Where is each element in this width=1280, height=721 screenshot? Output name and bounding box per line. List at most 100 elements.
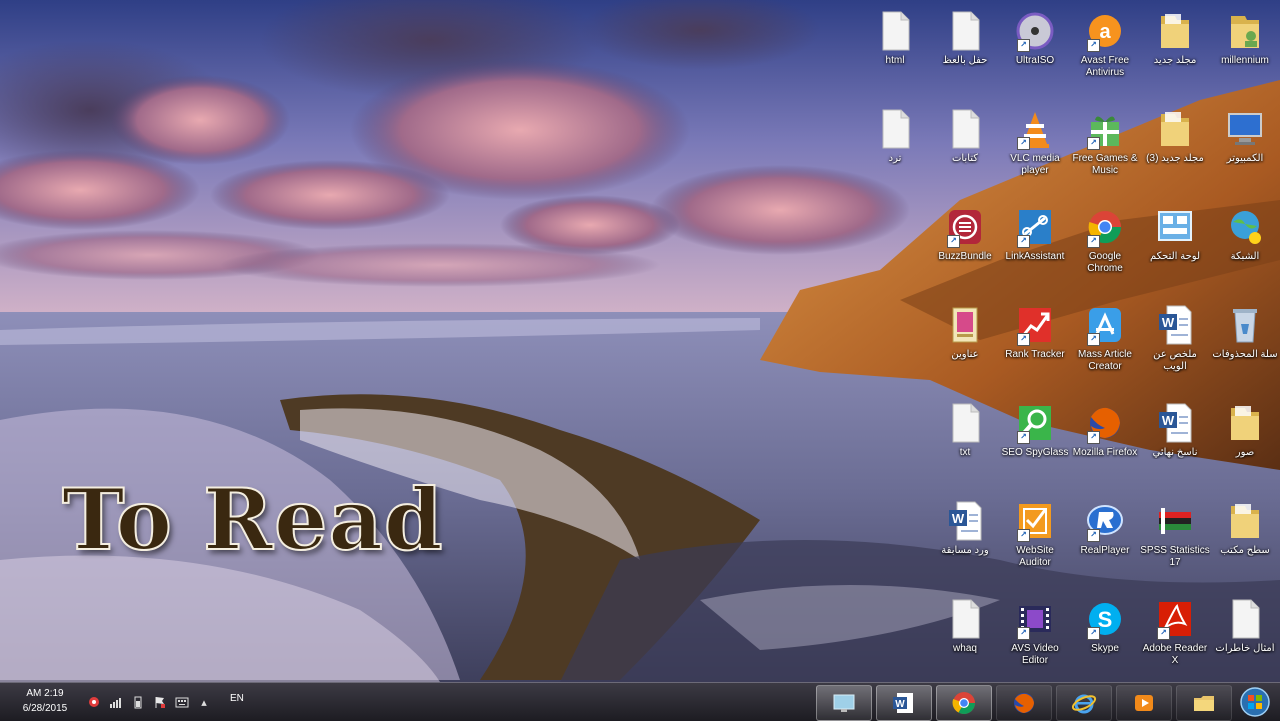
taskbar-desktop-button[interactable] [816,685,872,721]
blank-icon [945,108,985,150]
desktop-icon-control[interactable]: لوحة التحكم [1140,200,1210,296]
desktop-icon-vlc[interactable]: ↗ VLC media player [1000,102,1070,198]
disc-icon: ↗ [1015,10,1055,52]
svg-text:a: a [1099,21,1111,43]
desktop-icon-adobe-reader[interactable]: ↗ Adobe Reader X [1140,592,1210,688]
chrome-icon [952,692,975,714]
desktop-icon-rank-tracker[interactable]: ↗ Rank Tracker [1000,298,1070,394]
shortcut-arrow-icon: ↗ [1017,333,1030,346]
desktop-icon-linkassistant[interactable]: ↗ LinkAssistant [1000,200,1070,296]
desktop-icon-label: أمثال خاطرات [1215,643,1275,654]
shortcut-arrow-icon: ↗ [1017,39,1030,52]
desktop-icon-label: SEO SpyGlass [1001,447,1069,458]
spyglass-icon: ↗ [1015,402,1055,444]
taskbar-ie-button[interactable] [1056,685,1112,721]
desktop-icon-recycle[interactable]: سلة المحذوفات [1210,298,1280,394]
firefox-icon: ↗ [1085,402,1125,444]
language-indicator[interactable]: EN [230,693,244,704]
blank-icon [1225,598,1265,640]
desktop-icon-seo-spyglass[interactable]: ↗ SEO SpyGlass [1000,396,1070,492]
show-hidden-icon[interactable]: ▴ [196,694,212,710]
desktop-icon-label: Skype [1091,643,1119,654]
signal-icon[interactable] [108,694,124,710]
desktop-icon-network[interactable]: الشبكة [1210,200,1280,296]
spss-icon [1155,500,1195,542]
taskbar: AM 2:19 6/28/2015 ▴ EN W [0,682,1280,721]
desktop-icon-doc-arabic-1[interactable]: حفل بالعظ [930,4,1000,100]
shortcut-arrow-icon: ↗ [1087,529,1100,542]
firefox-icon [1014,693,1034,713]
desktop-icon-label: مجلد جديد (3) [1146,153,1204,164]
desktop-icon-doc-arabic-3[interactable]: ترد [860,102,930,198]
taskbar-chrome-button[interactable] [936,685,992,721]
folder-icon [1225,402,1265,444]
desktop-icon-label: ملخص عن الويب [1153,349,1197,372]
desktop-icon-label: UltraISO [1015,55,1055,66]
flag-icon[interactable] [152,694,168,710]
desktop-icon-mass-article[interactable]: ↗ Mass Article Creator [1070,298,1140,394]
desktop-icon-buzzbundle[interactable]: ↗ BuzzBundle [930,200,1000,296]
desktop-icon-chrome[interactable]: ↗ Google Chrome [1070,200,1140,296]
keyboard-icon[interactable] [174,694,190,710]
desktop-icon-avs-video[interactable]: ↗ AVS Video Editor [1000,592,1070,688]
vlc-icon: ↗ [1015,108,1055,150]
desktop-icon-label: ترد [888,153,902,164]
desktop-icon-millennium[interactable]: millennium [1210,4,1280,100]
desktop-icon-realplayer[interactable]: ↗ RealPlayer [1070,494,1140,590]
taskbar-media-button[interactable] [1116,685,1172,721]
shortcut-arrow-icon: ↗ [1017,431,1030,444]
desktop-icon-computer[interactable]: الكمبيوتر [1210,102,1280,198]
svg-text:W: W [1162,413,1175,428]
desktop-icon-label: whaq [953,643,977,654]
network-icon[interactable] [86,694,102,710]
desktop-icon-mhmd-jdyd[interactable]: مجلد جديد [1140,4,1210,100]
desktop-icon-doc-arabic-4[interactable]: عناوين [930,298,1000,394]
desktop-icon-ultraiso[interactable]: ↗ UltraISO [1000,4,1070,100]
desktop-icon-folder-snapshot[interactable]: سطح مكتب [1210,494,1280,590]
desktop-icon-label: html [885,55,905,66]
internet-explorer-icon [1071,694,1097,714]
desktop-icon-label: RealPlayer [1080,545,1130,556]
network-icon [1225,206,1265,248]
desktop-icon-folder-ring[interactable]: صور [1210,396,1280,492]
desktop-icon-label: مجلد جديد [1153,55,1197,66]
desktop-icon-mhmd-jdyd-3[interactable]: مجلد جديد (3) [1140,102,1210,198]
shortcut-arrow-icon: ↗ [1017,627,1030,640]
start-orb-icon [1240,687,1270,717]
svg-text:W: W [895,699,905,710]
desktop-icon-txt[interactable]: txt [930,396,1000,492]
auditor-icon: ↗ [1015,500,1055,542]
desktop-icon-skype[interactable]: S ↗ Skype [1070,592,1140,688]
battery-icon[interactable] [130,694,146,710]
svg-text:W: W [1162,315,1175,330]
desktop-icon-free-games[interactable]: ↗ Free Games & Music [1070,102,1140,198]
taskbar-clock[interactable]: AM 2:19 6/28/2015 [14,686,76,718]
folder-icon [1155,108,1195,150]
taskbar-firefox-button[interactable] [996,685,1052,721]
desktop-icon-label: Avast Free Antivirus [1080,55,1130,78]
desktop-icon-blank-last[interactable]: أمثال خاطرات [1210,592,1280,688]
desktop-icon-word-doc-3[interactable]: W ورد مسابقة [930,494,1000,590]
word-doc-icon: W [945,500,985,542]
word-doc-icon: W [1155,402,1195,444]
desktop-icon-label: صور [1235,447,1255,458]
desktop-icon-html[interactable]: html [860,4,930,100]
desktop-icon-label: Mass Article Creator [1078,349,1132,372]
system-tray: ▴ [86,691,212,713]
taskbar-pinned-apps: W [816,685,1274,721]
desktop-icon-firefox[interactable]: ↗ Mozilla Firefox [1070,396,1140,492]
desktop-icon-doc-arabic-2[interactable]: كتابات [930,102,1000,198]
blank-icon [945,598,985,640]
taskbar-explorer-button[interactable] [1176,685,1232,721]
clock-date: 6/28/2015 [22,703,68,714]
desktop-icon-word-doc-2[interactable]: W ناسخ نهائي [1140,396,1210,492]
taskbar-word-button[interactable]: W [876,685,932,721]
gift-icon: ↗ [1085,108,1125,150]
desktop-icon-whatsapp[interactable]: whaq [930,592,1000,688]
desktop-icon-spss[interactable]: SPSS Statistics 17 [1140,494,1210,590]
desktop-icon-avast[interactable]: a ↗ Avast Free Antivirus [1070,4,1140,100]
desktop-icon-label: ورد مسابقة [941,545,989,556]
desktop-icon-word-doc-1[interactable]: W ملخص عن الويب [1140,298,1210,394]
desktop-icon-website-auditor[interactable]: ↗ WebSite Auditor [1000,494,1070,590]
start-button[interactable] [1236,685,1274,719]
